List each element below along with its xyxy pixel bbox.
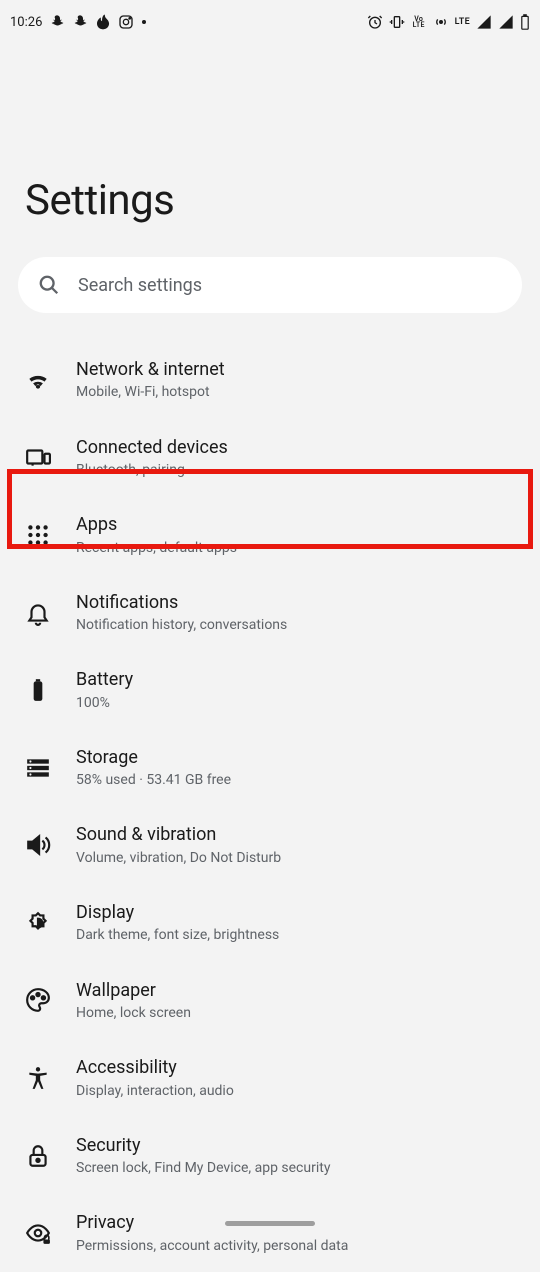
volte-indicator: Vo LTE bbox=[411, 16, 427, 29]
setting-title: Wallpaper bbox=[76, 979, 522, 1002]
setting-subtitle: Display, interaction, audio bbox=[76, 1082, 522, 1100]
setting-subtitle: Recent apps, default apps bbox=[76, 539, 522, 557]
wifi-icon bbox=[25, 367, 51, 393]
setting-subtitle: 100% bbox=[76, 694, 522, 712]
setting-text: Battery 100% bbox=[76, 668, 522, 712]
setting-title: Battery bbox=[76, 668, 522, 691]
accessibility-icon bbox=[25, 1065, 51, 1091]
setting-title: Connected devices bbox=[76, 436, 522, 459]
snapchat-icon-2 bbox=[72, 14, 88, 30]
lte-indicator: LTE bbox=[455, 17, 470, 27]
nav-handle[interactable] bbox=[225, 1221, 315, 1226]
setting-subtitle: Permissions, account activity, personal … bbox=[76, 1237, 522, 1255]
setting-item-privacy[interactable]: Privacy Permissions, account activity, p… bbox=[0, 1194, 540, 1272]
dot-icon bbox=[141, 14, 147, 30]
sound-icon bbox=[25, 832, 51, 858]
setting-item-accessibility[interactable]: Accessibility Display, interaction, audi… bbox=[0, 1039, 540, 1117]
snapchat-icon bbox=[49, 14, 65, 30]
apps-grid-icon bbox=[25, 522, 51, 548]
settings-list: Network & internet Mobile, Wi-Fi, hotspo… bbox=[0, 341, 540, 1272]
setting-text: Security Screen lock, Find My Device, ap… bbox=[76, 1134, 522, 1178]
setting-title: Storage bbox=[76, 746, 522, 769]
page-title: Settings bbox=[0, 44, 540, 225]
setting-subtitle: Mobile, Wi-Fi, hotspot bbox=[76, 383, 522, 401]
setting-subtitle: Volume, vibration, Do Not Disturb bbox=[76, 849, 522, 867]
setting-title: Accessibility bbox=[76, 1056, 522, 1079]
setting-text: Storage 58% used · 53.41 GB free bbox=[76, 746, 522, 790]
setting-text: Network & internet Mobile, Wi-Fi, hotspo… bbox=[76, 358, 522, 402]
setting-text: Apps Recent apps, default apps bbox=[76, 513, 522, 557]
vibrate-icon bbox=[389, 14, 405, 30]
storage-icon bbox=[25, 755, 51, 781]
status-left: 10:26 bbox=[10, 14, 147, 30]
setting-text: Privacy Permissions, account activity, p… bbox=[76, 1211, 522, 1255]
lock-icon bbox=[25, 1143, 51, 1169]
setting-subtitle: Home, lock screen bbox=[76, 1004, 522, 1022]
status-time: 10:26 bbox=[10, 15, 42, 30]
privacy-icon bbox=[25, 1220, 51, 1246]
brightness-icon bbox=[25, 910, 51, 936]
battery-icon bbox=[25, 677, 51, 703]
setting-item-apps[interactable]: Apps Recent apps, default apps bbox=[0, 496, 540, 574]
palette-icon bbox=[25, 987, 51, 1013]
setting-subtitle: Screen lock, Find My Device, app securit… bbox=[76, 1159, 522, 1177]
bell-icon bbox=[25, 600, 51, 626]
setting-title: Display bbox=[76, 901, 522, 924]
setting-title: Security bbox=[76, 1134, 522, 1157]
status-bar: 10:26 Vo LTE LTE bbox=[0, 0, 540, 44]
setting-text: Wallpaper Home, lock screen bbox=[76, 979, 522, 1023]
setting-title: Notifications bbox=[76, 591, 522, 614]
setting-text: Accessibility Display, interaction, audi… bbox=[76, 1056, 522, 1100]
setting-item-network[interactable]: Network & internet Mobile, Wi-Fi, hotspo… bbox=[0, 341, 540, 419]
setting-title: Apps bbox=[76, 513, 522, 536]
setting-text: Display Dark theme, font size, brightnes… bbox=[76, 901, 522, 945]
setting-text: Sound & vibration Volume, vibration, Do … bbox=[76, 823, 522, 867]
signal-icon-2 bbox=[498, 14, 514, 30]
setting-item-notifications[interactable]: Notifications Notification history, conv… bbox=[0, 574, 540, 652]
setting-item-wallpaper[interactable]: Wallpaper Home, lock screen bbox=[0, 962, 540, 1040]
setting-item-storage[interactable]: Storage 58% used · 53.41 GB free bbox=[0, 729, 540, 807]
hotspot-icon bbox=[433, 14, 449, 30]
setting-item-sound[interactable]: Sound & vibration Volume, vibration, Do … bbox=[0, 806, 540, 884]
signal-icon-1 bbox=[476, 14, 492, 30]
setting-item-display[interactable]: Display Dark theme, font size, brightnes… bbox=[0, 884, 540, 962]
setting-title: Network & internet bbox=[76, 358, 522, 381]
setting-text: Notifications Notification history, conv… bbox=[76, 591, 522, 635]
setting-item-security[interactable]: Security Screen lock, Find My Device, ap… bbox=[0, 1117, 540, 1195]
search-placeholder: Search settings bbox=[78, 275, 202, 296]
setting-title: Sound & vibration bbox=[76, 823, 522, 846]
setting-subtitle: 58% used · 53.41 GB free bbox=[76, 771, 522, 789]
alarm-icon bbox=[367, 14, 383, 30]
instagram-icon bbox=[118, 14, 134, 30]
status-right: Vo LTE LTE bbox=[367, 14, 530, 30]
setting-text: Connected devices Bluetooth, pairing bbox=[76, 436, 522, 480]
setting-item-connected-devices[interactable]: Connected devices Bluetooth, pairing bbox=[0, 419, 540, 497]
devices-icon bbox=[25, 444, 51, 470]
tinder-icon bbox=[95, 14, 111, 30]
setting-subtitle: Bluetooth, pairing bbox=[76, 461, 522, 479]
search-bar[interactable]: Search settings bbox=[18, 257, 522, 313]
battery-status-icon bbox=[520, 14, 530, 30]
setting-subtitle: Dark theme, font size, brightness bbox=[76, 926, 522, 944]
search-icon bbox=[38, 274, 60, 296]
setting-subtitle: Notification history, conversations bbox=[76, 616, 522, 634]
setting-item-battery[interactable]: Battery 100% bbox=[0, 651, 540, 729]
